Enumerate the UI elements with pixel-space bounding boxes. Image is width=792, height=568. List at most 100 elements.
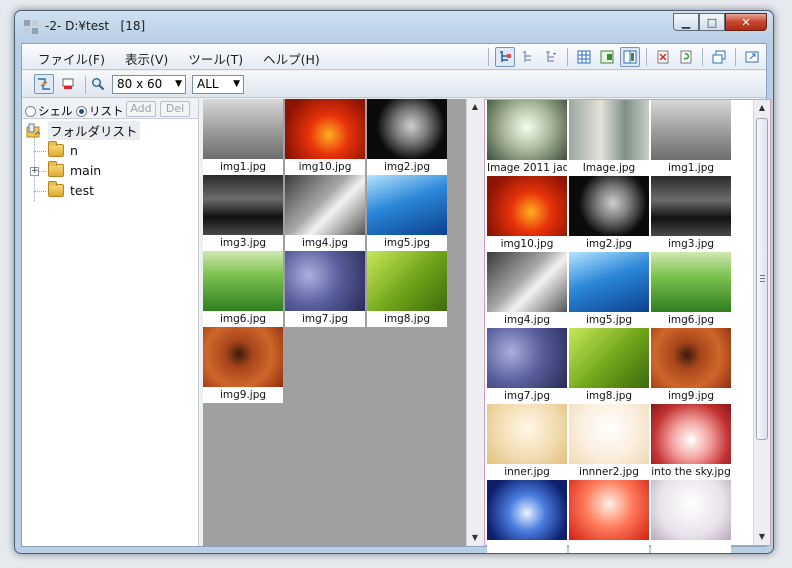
thumbnail-item[interactable]: img1.jpg: [203, 99, 283, 175]
thumbnail-caption: img4.jpg: [301, 237, 349, 249]
scrollbar-left-pane[interactable]: ▲ ▼: [466, 99, 483, 546]
scroll-down-icon[interactable]: ▼: [754, 529, 770, 545]
folder-panel: シェル リスト Add Del フォルダリスト n + main test: [22, 99, 199, 546]
thumbnail-image: [203, 327, 283, 387]
refresh-icon[interactable]: [676, 47, 696, 67]
thumbnail-caption: img6.jpg: [667, 314, 715, 326]
thumbnail-item[interactable]: into the sky.jpg: [651, 404, 731, 480]
thumbnail-caption: img5.jpg: [585, 314, 633, 326]
tree-item-test[interactable]: test: [48, 181, 95, 198]
tree-root[interactable]: フォルダリスト: [26, 121, 140, 140]
maximize-button[interactable]: □: [699, 13, 725, 31]
thumbnail-item[interactable]: inner.jpg: [487, 404, 567, 480]
thumbnail-item[interactable]: img9.jpg: [651, 328, 731, 404]
thumbnail-image: [203, 251, 283, 311]
tree-item-n[interactable]: n: [48, 141, 78, 158]
windows-icon[interactable]: [709, 47, 729, 67]
thumbnail-item[interactable]: img1.jpg: [651, 100, 731, 176]
thumbnail-image: [569, 176, 649, 236]
thumbnail-item[interactable]: [487, 480, 567, 553]
folder-icon: [48, 181, 64, 197]
tree-item-main[interactable]: main: [48, 161, 102, 178]
filter-select[interactable]: ALL ▼: [192, 75, 244, 94]
menu-view[interactable]: 表示(V): [123, 49, 170, 68]
thumbnail-image: [203, 99, 283, 159]
thumbnail-item[interactable]: [569, 480, 649, 553]
thumbnail-item[interactable]: img10.jpg: [487, 176, 567, 252]
add-button[interactable]: Add: [126, 101, 156, 117]
tree-view-icon[interactable]: [495, 47, 515, 67]
radio-shell-dot[interactable]: [25, 105, 36, 117]
panel-view-icon[interactable]: [597, 47, 617, 67]
thumbnail-caption: img4.jpg: [503, 314, 551, 326]
split-view-icon[interactable]: [620, 47, 640, 67]
thumbnail-caption: img10.jpg: [298, 161, 352, 173]
tree-item-label: test: [70, 183, 95, 198]
title-bar[interactable]: -2- D:¥test [18] ▁ □ ✕: [15, 11, 773, 41]
grid-view-icon[interactable]: [574, 47, 594, 67]
export-icon[interactable]: [742, 47, 762, 67]
tree-item-label: n: [70, 143, 78, 158]
thumbnail-item[interactable]: img4.jpg: [487, 252, 567, 328]
filter-value: ALL: [197, 77, 219, 91]
thumbnail-item[interactable]: img7.jpg: [487, 328, 567, 404]
thumbnail-item[interactable]: img4.jpg: [285, 175, 365, 251]
thumbnail-caption: img8.jpg: [383, 313, 431, 325]
search-icon[interactable]: [88, 74, 108, 94]
radio-list-dot[interactable]: [76, 105, 87, 117]
thumbnail-item[interactable]: [651, 480, 731, 553]
scroll-up-icon[interactable]: ▲: [467, 99, 483, 115]
tree-item-label: main: [70, 163, 102, 178]
thumbnail-image: [285, 99, 365, 159]
tree-view-alt-icon[interactable]: [518, 47, 538, 67]
menu-tools[interactable]: ツール(T): [186, 49, 245, 68]
thumbnail-size-select[interactable]: 80 x 60 ▼: [112, 75, 186, 94]
thumbnail-item[interactable]: img6.jpg: [651, 252, 731, 328]
expand-icon[interactable]: +: [30, 167, 39, 176]
minimize-button[interactable]: ▁: [673, 13, 699, 31]
thumbnail-item[interactable]: Image.jpg: [569, 100, 649, 176]
scroll-down-icon[interactable]: ▼: [467, 530, 483, 546]
thumbnail-image: [651, 100, 731, 160]
secondary-toolbar: 80 x 60 ▼ ALL ▼: [22, 71, 766, 98]
thumbnail-item[interactable]: img2.jpg: [367, 99, 447, 175]
filter-tree-icon[interactable]: [541, 47, 561, 67]
shell-radio[interactable]: シェル: [25, 103, 73, 119]
thumbnail-item[interactable]: innner2.jpg: [569, 404, 649, 480]
thumbnail-caption: Image 2011 jacket: [487, 162, 567, 174]
thumbnail-image: [651, 328, 731, 388]
thumbnail-caption: img3.jpg: [667, 238, 715, 250]
thumbnail-item[interactable]: img2.jpg: [569, 176, 649, 252]
thumbnail-item[interactable]: img6.jpg: [203, 251, 283, 327]
thumbnail-item[interactable]: Image 2011 jacket: [487, 100, 567, 176]
thumbnail-image: [487, 176, 567, 236]
menu-file[interactable]: ファイル(F): [36, 49, 107, 68]
thumbnail-caption: Image.jpg: [582, 162, 636, 174]
thumbnail-caption: img1.jpg: [667, 162, 715, 174]
thumbnail-item[interactable]: img8.jpg: [367, 251, 447, 327]
close-button[interactable]: ✕: [725, 13, 767, 31]
view-toolbar: [485, 47, 762, 67]
scrollbar-right-pane[interactable]: ▲ ▼: [753, 100, 770, 545]
thumbnail-item[interactable]: img9.jpg: [203, 327, 283, 403]
list-radio[interactable]: リスト: [76, 103, 124, 119]
thumbnail-item[interactable]: img7.jpg: [285, 251, 365, 327]
thumbnail-image: [651, 252, 731, 312]
thumbnail-item[interactable]: img3.jpg: [651, 176, 731, 252]
thumbnail-caption: img8.jpg: [585, 390, 633, 402]
thumbnail-item[interactable]: img5.jpg: [367, 175, 447, 251]
menu-help[interactable]: ヘルプ(H): [261, 49, 322, 68]
del-button[interactable]: Del: [160, 101, 190, 117]
thumbnail-item[interactable]: img3.jpg: [203, 175, 283, 251]
thumbnail-caption: [569, 540, 649, 553]
scroll-up-icon[interactable]: ▲: [754, 100, 770, 116]
sync-icon[interactable]: [34, 74, 54, 94]
thumbnail-item[interactable]: img10.jpg: [285, 99, 365, 175]
scrollbar-thumb[interactable]: [756, 118, 768, 440]
monitor-icon[interactable]: [58, 74, 78, 94]
thumbnail-caption: [487, 540, 567, 553]
thumbnail-item[interactable]: img8.jpg: [569, 328, 649, 404]
thumbnail-item[interactable]: img5.jpg: [569, 252, 649, 328]
delete-icon[interactable]: [653, 47, 673, 67]
thumbnail-image: [487, 100, 567, 160]
